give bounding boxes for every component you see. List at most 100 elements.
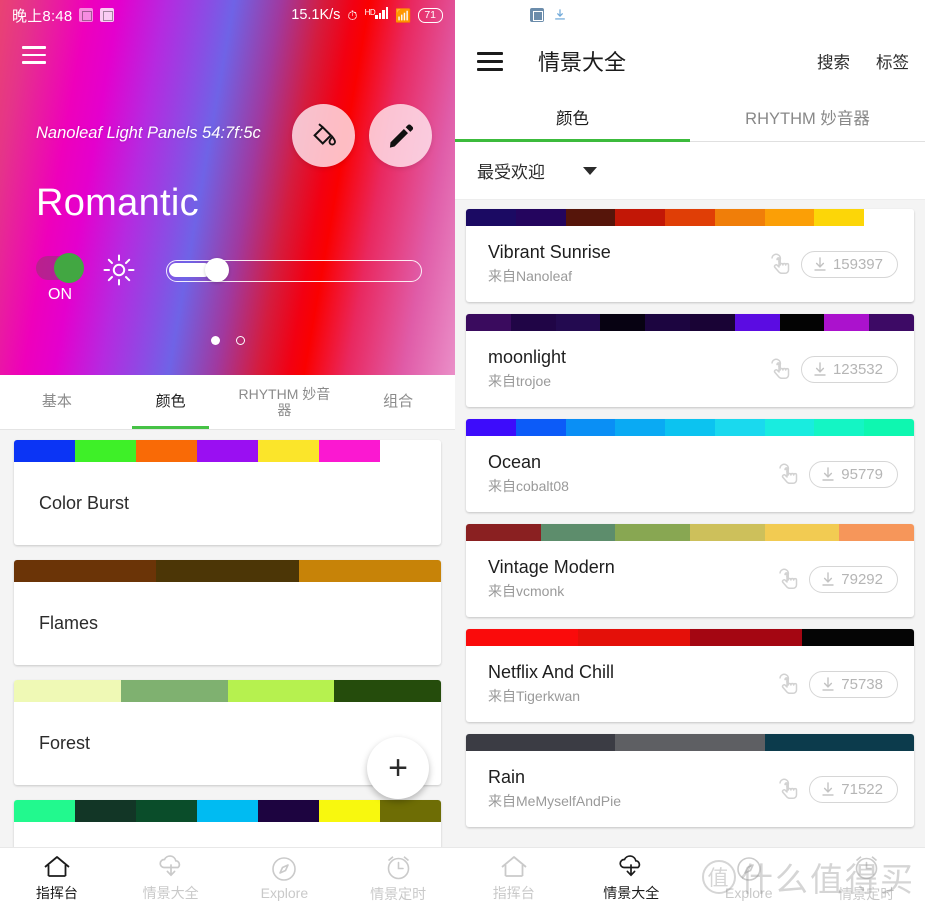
scene-meta: 71522 [776, 775, 898, 803]
nav-item-cloud-download[interactable]: 情景大全 [114, 848, 228, 909]
screenshot-icon [79, 8, 94, 22]
swatch-band [197, 440, 258, 462]
download-arrow-icon [814, 256, 826, 271]
scene-list[interactable]: Color Burst Flames Forest Inner Peace + [0, 430, 455, 847]
scene-text-group: Netflix And Chill 来自Tigerkwan [488, 662, 614, 706]
add-scene-button[interactable]: + [367, 737, 429, 799]
tab-basic[interactable]: 基本 [0, 375, 114, 429]
network-speed: 15.1K/s [291, 7, 341, 23]
nav-item-home[interactable]: 指挥台 [455, 848, 573, 909]
home-icon [501, 856, 527, 877]
edit-scene-button[interactable] [369, 104, 432, 167]
tap-hand-icon[interactable] [776, 566, 802, 592]
tap-hand-icon[interactable] [776, 776, 802, 802]
swatch-band [689, 314, 735, 331]
swatch-band [319, 440, 380, 462]
tab-combo[interactable]: 组合 [341, 375, 455, 429]
menu-button[interactable] [22, 46, 46, 64]
discover-scene-card[interactable]: Netflix And Chill 来自Tigerkwan 75738 [466, 629, 914, 722]
nav-item-home[interactable]: 指挥台 [0, 848, 114, 909]
discover-scene-card[interactable]: Vintage Modern 来自vcmonk 79292 [466, 524, 914, 617]
swatch-band [814, 419, 865, 436]
sort-filter[interactable]: 最受欢迎 [455, 142, 925, 200]
hamburger-bar [477, 67, 503, 71]
wifi-icon: 📶 [395, 7, 412, 23]
nav-item-label: 指挥台 [492, 885, 535, 901]
nav-item-label: 情景大全 [603, 885, 660, 901]
swatch-band [578, 629, 690, 646]
tap-hand-icon[interactable] [776, 461, 802, 487]
chevron-down-icon[interactable] [583, 166, 597, 175]
nav-item-label: Explore [260, 885, 309, 901]
scene-color-swatch [14, 440, 441, 462]
left-tab-bar: 基本 颜色 RHYTHM 妙音器 组合 [0, 375, 455, 430]
menu-button[interactable] [477, 51, 503, 71]
page-dot-active[interactable] [210, 336, 220, 345]
status-bar-right: 15.1K/s ⏱ HD 📶 71 [291, 7, 443, 23]
nav-item-alarm-clock[interactable]: 情景定时 [808, 848, 925, 909]
tab-rhythm[interactable]: RHYTHM 妙音器 [228, 375, 342, 429]
tap-hand-icon[interactable] [768, 356, 794, 382]
hamburger-bar [22, 61, 46, 64]
swatch-band [665, 419, 715, 436]
scene-card[interactable]: Inner Peace [14, 800, 441, 847]
power-toggle-group[interactable]: ON [36, 253, 84, 304]
home-icon [44, 856, 70, 877]
app-bar-actions: 搜索 标签 [817, 49, 909, 73]
nav-item-alarm-clock[interactable]: 情景定时 [341, 848, 455, 909]
brightness-slider[interactable] [166, 258, 422, 282]
discover-scene-list[interactable]: Vibrant Sunrise 来自Nanoleaf 159397 moonlight… [455, 200, 925, 847]
swatch-band [764, 209, 815, 226]
tap-hand-icon[interactable] [768, 251, 794, 277]
swatch-band [779, 314, 825, 331]
tap-hand-icon[interactable] [776, 671, 802, 697]
swatch-band [615, 209, 666, 226]
tab-rhythm[interactable]: RHYTHM 妙音器 [690, 92, 925, 141]
download-arrow-icon [822, 466, 834, 481]
tags-action[interactable]: 标签 [876, 49, 909, 73]
current-scene-title: Romantic [36, 182, 199, 224]
page-dot[interactable] [235, 336, 245, 345]
scene-color-swatch [14, 680, 441, 702]
right-tab-bar: 颜色 RHYTHM 妙音器 [455, 92, 925, 142]
scene-color-swatch [466, 314, 914, 331]
swatch-band [802, 629, 914, 646]
tab-color[interactable]: 颜色 [114, 375, 228, 429]
hd-signal-group: HD [365, 7, 389, 23]
scene-card[interactable]: Flames [14, 560, 441, 665]
discover-scene-card[interactable]: Ocean 来自cobalt08 95779 [466, 419, 914, 512]
right-phone-panel: 情景大全 搜索 标签 颜色 RHYTHM 妙音器 最受欢迎 Vibrant Su… [455, 0, 925, 909]
right-status-bar [455, 0, 925, 30]
discover-scene-card[interactable]: Rain 来自MeMyselfAndPie 71522 [466, 734, 914, 827]
scene-text-group: Ocean 来自cobalt08 [488, 452, 569, 496]
hamburger-bar [477, 59, 503, 63]
status-bar: 晚上8:48 15.1K/s ⏱ HD 📶 71 [0, 0, 455, 30]
swatch-band [764, 524, 840, 541]
tab-color[interactable]: 颜色 [455, 92, 690, 142]
swatch-band [565, 209, 616, 226]
discover-scene-card[interactable]: Vibrant Sunrise 来自Nanoleaf 159397 [466, 209, 914, 302]
swatch-band [120, 680, 228, 702]
scene-card[interactable]: Color Burst [14, 440, 441, 545]
nav-item-cloud-download[interactable]: 情景大全 [573, 848, 691, 909]
swatch-band [466, 314, 511, 331]
download-arrow-icon [822, 781, 834, 796]
discover-scene-card[interactable]: moonlight 来自trojoe 123532 [466, 314, 914, 407]
download-count: 75738 [841, 675, 883, 693]
scene-author: 来自MeMyselfAndPie [488, 793, 622, 809]
scene-author: 来自Tigerkwan [488, 688, 581, 704]
nav-item-compass[interactable]: Explore [690, 848, 808, 909]
scene-text-group: moonlight 来自trojoe [488, 347, 566, 391]
nav-item-compass[interactable]: Explore [228, 848, 342, 909]
power-toggle[interactable] [36, 253, 84, 283]
paint-bucket-button[interactable] [292, 104, 355, 167]
discover-card-body: Vintage Modern 来自vcmonk 79292 [466, 541, 914, 617]
search-action[interactable]: 搜索 [817, 49, 850, 73]
compass-icon [272, 857, 297, 881]
nav-item-label: Explore [725, 885, 773, 901]
download-count: 159397 [832, 255, 883, 273]
right-app-bar: 情景大全 搜索 标签 [455, 30, 925, 92]
scene-text-group: Vintage Modern 来自vcmonk [488, 557, 615, 601]
brightness-slider-knob[interactable] [205, 258, 229, 282]
power-state-label: ON [48, 286, 72, 303]
